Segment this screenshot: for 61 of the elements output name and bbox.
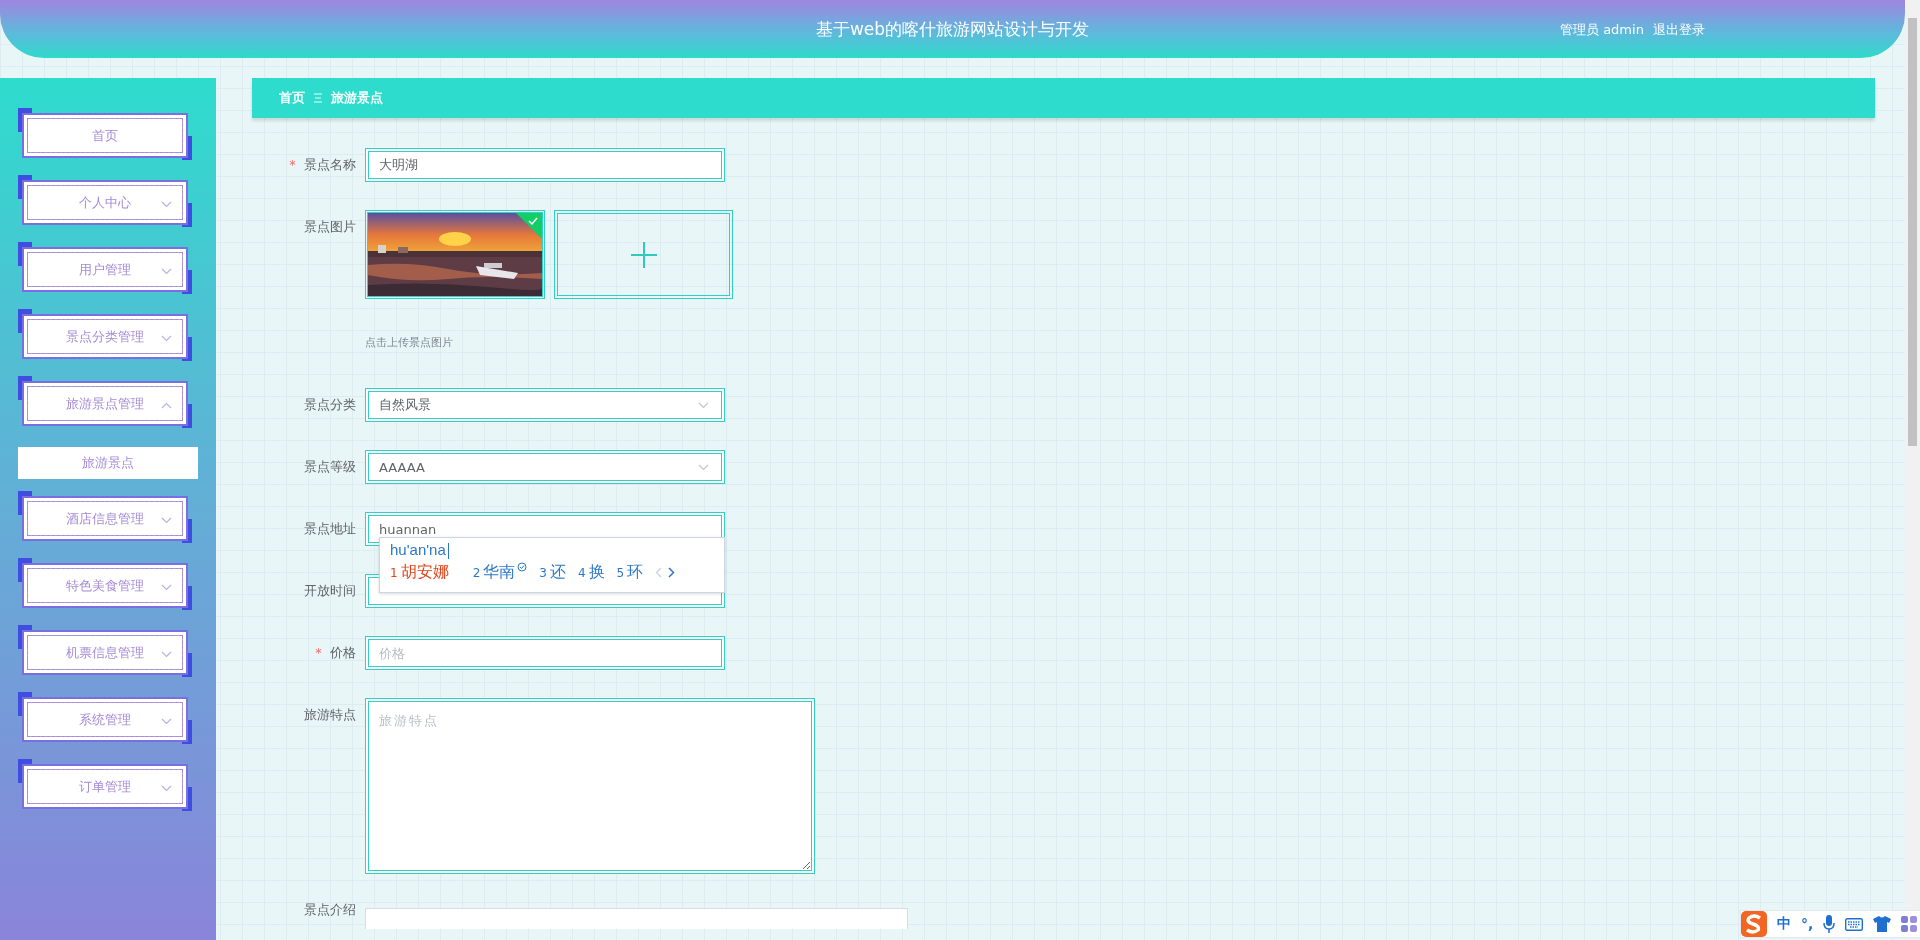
select-field[interactable]: AAAAA bbox=[365, 450, 725, 484]
menu-item[interactable]: 首页 bbox=[22, 113, 188, 158]
select-field[interactable]: 自然风景 bbox=[365, 388, 725, 422]
field-label: 景点等级 bbox=[304, 459, 356, 474]
grid-icon[interactable] bbox=[1901, 916, 1918, 932]
field-label: 景点介绍 bbox=[304, 902, 356, 917]
menu-item[interactable]: 酒店信息管理 bbox=[22, 496, 188, 541]
required-mark: * bbox=[289, 157, 296, 172]
menu-item[interactable]: 机票信息管理 bbox=[22, 630, 188, 675]
separator-icon bbox=[314, 93, 322, 103]
ime-candidate[interactable]: 3 还 bbox=[539, 562, 566, 583]
menu-item[interactable]: 个人中心 bbox=[22, 180, 188, 225]
submenu-item[interactable]: 旅游景点 bbox=[18, 447, 198, 479]
menu-item[interactable]: 订单管理 bbox=[22, 764, 188, 809]
user-name: 管理员 admin bbox=[1560, 21, 1644, 39]
menu-item[interactable]: 景点分类管理 bbox=[22, 314, 188, 359]
microphone-icon[interactable] bbox=[1823, 915, 1836, 933]
breadcrumb-link[interactable]: 旅游景点 bbox=[331, 89, 383, 107]
chevron-down-icon bbox=[161, 651, 172, 658]
required-mark: * bbox=[315, 645, 322, 660]
logout-link[interactable]: 退出登录 bbox=[1652, 21, 1705, 39]
chevron-down-icon bbox=[161, 584, 172, 591]
chevron-down-icon bbox=[161, 517, 172, 524]
field-label: 价格 bbox=[330, 645, 356, 660]
next-page-icon[interactable] bbox=[668, 567, 676, 578]
text-field[interactable]: 大明湖 bbox=[365, 148, 725, 182]
menu-item[interactable]: 用户管理 bbox=[22, 247, 188, 292]
keyboard-icon[interactable] bbox=[1845, 917, 1864, 931]
textarea-field[interactable]: 旅游特点 bbox=[365, 698, 815, 874]
chevron-down-icon bbox=[161, 718, 172, 725]
chevron-down-icon bbox=[161, 785, 172, 792]
field-label: 景点图片 bbox=[304, 219, 356, 234]
ime-candidate[interactable]: 1 胡安娜 bbox=[390, 562, 461, 583]
chevron-down-icon bbox=[161, 201, 172, 208]
chevron-down-icon bbox=[161, 335, 172, 342]
field-label: 旅游特点 bbox=[304, 707, 356, 722]
editor-field[interactable] bbox=[365, 908, 908, 929]
punctuation-toggle[interactable]: °, bbox=[1801, 916, 1814, 932]
breadcrumb-link[interactable]: 首页 bbox=[279, 89, 305, 107]
menu-item[interactable]: 系统管理 bbox=[22, 697, 188, 742]
chevron-down-icon bbox=[161, 268, 172, 275]
ime-logo-icon[interactable] bbox=[1741, 911, 1767, 937]
input-mode-toggle[interactable]: 中 bbox=[1777, 915, 1791, 933]
menu-item[interactable]: 旅游景点管理 bbox=[22, 381, 188, 426]
chevron-up-icon bbox=[161, 402, 172, 409]
shirt-icon[interactable] bbox=[1873, 916, 1892, 932]
field-label: 景点分类 bbox=[304, 397, 356, 412]
ime-candidate[interactable]: 5 环 bbox=[616, 562, 644, 583]
text-field[interactable]: 价格 bbox=[365, 636, 725, 670]
site-title: 基于web的喀什旅游网站设计与开发 bbox=[815, 17, 1090, 41]
field-label: 景点地址 bbox=[304, 521, 356, 536]
upload-hint: 点击上传景点图片 bbox=[365, 335, 454, 350]
field-label: 景点名称 bbox=[304, 157, 356, 172]
plus-icon bbox=[630, 241, 657, 268]
scrollbar[interactable] bbox=[1905, 0, 1920, 940]
field-label: 开放时间 bbox=[304, 583, 356, 598]
ime-candidate[interactable]: 2 华南 bbox=[472, 562, 516, 583]
menu-item[interactable]: 特色美食管理 bbox=[22, 563, 188, 608]
chevron-down-icon bbox=[698, 463, 709, 471]
ime-candidate[interactable]: 4 换 bbox=[577, 562, 605, 583]
chevron-down-icon bbox=[698, 401, 709, 409]
